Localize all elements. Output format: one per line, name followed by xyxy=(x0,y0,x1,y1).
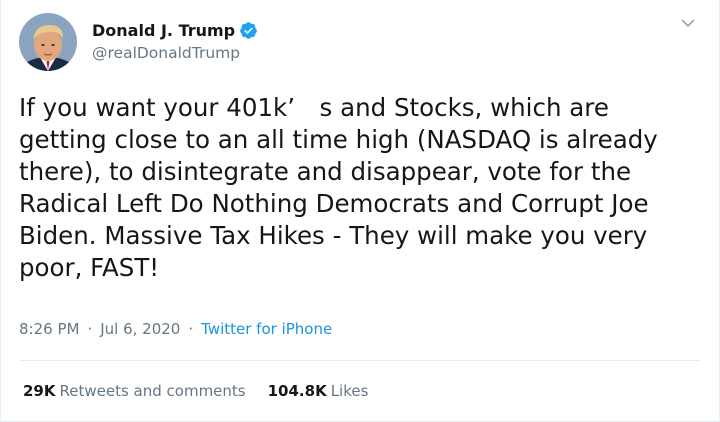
likes-count: 104.8K xyxy=(267,382,327,400)
tweet-source-link[interactable]: Twitter for iPhone xyxy=(201,320,332,338)
tweet-time[interactable]: 8:26 PM xyxy=(19,320,79,338)
user-names: Donald J. Trump @realDonaldTrump xyxy=(92,19,258,62)
user-handle[interactable]: @realDonaldTrump xyxy=(92,44,258,62)
tweet-text: If you want your 401k’ s and Stocks, whi… xyxy=(19,93,658,282)
retweets-stat[interactable]: 29K Retweets and comments xyxy=(23,382,246,400)
divider xyxy=(19,360,701,361)
display-name[interactable]: Donald J. Trump xyxy=(92,21,235,40)
meta-separator: · xyxy=(87,320,93,338)
likes-label: Likes xyxy=(330,382,369,400)
tweet-meta: 8:26 PM · Jul 6, 2020 · Twitter for iPho… xyxy=(19,320,332,338)
tweet-date[interactable]: Jul 6, 2020 xyxy=(100,320,180,338)
tweet-stats: 29K Retweets and comments 104.8K Likes xyxy=(23,382,368,400)
tweet-card: Donald J. Trump @realDonaldTrump If you … xyxy=(0,0,720,422)
retweets-label: Retweets and comments xyxy=(59,382,246,400)
chevron-down-icon[interactable] xyxy=(679,14,697,32)
meta-separator: · xyxy=(188,320,194,338)
verified-badge-icon xyxy=(239,21,258,40)
retweets-count: 29K xyxy=(23,382,56,400)
tweet-header: Donald J. Trump @realDonaldTrump xyxy=(19,13,258,71)
likes-stat[interactable]: 104.8K Likes xyxy=(268,382,369,400)
name-row: Donald J. Trump xyxy=(92,19,258,43)
avatar[interactable] xyxy=(19,13,77,71)
avatar-image xyxy=(19,13,77,71)
